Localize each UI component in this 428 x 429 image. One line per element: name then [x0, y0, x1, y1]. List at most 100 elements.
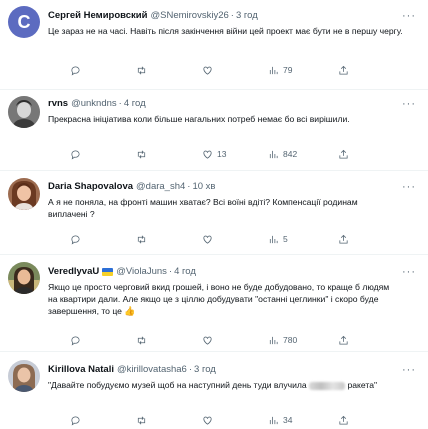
tweet-header: rvns @unkndns · 4 год [48, 98, 418, 110]
avatar[interactable] [8, 178, 40, 210]
tweet-actions: 13 842 [70, 147, 420, 161]
reply-button[interactable] [70, 333, 85, 347]
share-icon [339, 335, 348, 345]
tweet[interactable]: rvns @unkndns · 4 год Прекрасна ініціати… [0, 90, 428, 170]
views-button[interactable]: 34 [268, 413, 292, 427]
heart-icon [203, 336, 212, 345]
tweet-text: Це зараз не на часі. Навіть після закінч… [48, 26, 403, 36]
more-icon[interactable]: ··· [402, 267, 416, 278]
avatar-portrait-icon [8, 178, 40, 210]
avatar[interactable] [8, 96, 40, 128]
views-button[interactable]: 842 [268, 147, 297, 161]
retweet-button[interactable] [136, 232, 151, 246]
retweet-button[interactable] [136, 413, 151, 427]
tweet-time[interactable]: 10 хв [192, 181, 215, 193]
retweet-icon [137, 150, 146, 158]
avatar[interactable] [8, 360, 40, 392]
views-icon [269, 66, 278, 74]
thumbs-up-icon: 👍 [124, 306, 136, 316]
views-button[interactable]: 79 [268, 63, 292, 77]
tweet-feed: С Сергей Немировский @SNemirovskiy26 · 3… [0, 0, 428, 429]
separator-dot: · [187, 181, 191, 192]
redacted-text [309, 381, 346, 390]
tweet-header: VeredlyvaU @ViolaJuns · 4 год [48, 266, 418, 278]
tweet-time[interactable]: 4 год [124, 98, 146, 110]
heart-icon [203, 150, 212, 159]
share-button[interactable] [338, 63, 349, 77]
views-icon [269, 150, 278, 158]
author-handle[interactable]: @dara_sh4 [136, 181, 185, 193]
retweet-icon [137, 416, 146, 424]
views-icon [269, 336, 278, 344]
tweet-text: Прекрасна ініціатива коли більше нагальн… [48, 114, 350, 124]
retweet-icon [137, 66, 146, 74]
tweet-time[interactable]: 3 год [194, 364, 216, 376]
tweet-header: Сергей Немировский @SNemirovskiy26 · 3 г… [48, 10, 418, 22]
share-button[interactable] [338, 147, 349, 161]
tweet[interactable]: С Сергей Немировский @SNemirovskiy26 · 3… [0, 0, 428, 89]
tweet[interactable]: Kirillova Natali @kirillovatasha6 · 3 го… [0, 352, 428, 429]
reply-button[interactable] [70, 413, 85, 427]
more-icon[interactable]: ··· [402, 99, 416, 110]
reply-icon [71, 65, 80, 75]
tweet-actions: 79 [70, 63, 420, 77]
like-button[interactable]: 13 [202, 147, 226, 161]
tweet[interactable]: VeredlyvaU @ViolaJuns · 4 год Якщо це пр… [0, 255, 428, 351]
retweet-button[interactable] [136, 333, 151, 347]
tweet-header: Kirillova Natali @kirillovatasha6 · 3 го… [48, 364, 418, 376]
tweet-text: "Давайте побудуємо музей щоб на наступни… [48, 380, 378, 390]
reply-icon [71, 335, 80, 345]
share-icon [339, 234, 348, 244]
avatar-portrait-icon [8, 262, 40, 294]
tweet-actions: 5 [70, 232, 420, 246]
reply-icon [71, 234, 80, 244]
retweet-button[interactable] [136, 147, 151, 161]
tweet-header: Daria Shapovalova @dara_sh4 · 10 хв [48, 181, 418, 193]
separator-dot: · [188, 364, 193, 375]
views-icon [269, 416, 278, 424]
author-name[interactable]: Daria Shapovalova [48, 181, 133, 193]
views-icon [269, 235, 278, 243]
share-button[interactable] [338, 333, 349, 347]
views-button[interactable]: 780 [268, 333, 297, 347]
author-handle[interactable]: @kirillovatasha6 [117, 364, 187, 376]
avatar[interactable] [8, 262, 40, 294]
retweet-icon [137, 336, 146, 344]
reply-button[interactable] [70, 63, 85, 77]
heart-icon [203, 66, 212, 75]
avatar[interactable]: С [8, 6, 40, 38]
author-handle[interactable]: @SNemirovskiy26 [150, 10, 228, 22]
more-icon[interactable]: ··· [402, 365, 416, 376]
separator-dot: · [118, 98, 122, 109]
more-icon[interactable]: ··· [402, 11, 416, 22]
tweet-text: Якщо це просто черговий вкид грошей, і в… [48, 282, 390, 316]
author-name[interactable]: Kirillova Natali [48, 364, 114, 376]
avatar-portrait-icon [8, 360, 40, 392]
more-icon[interactable]: ··· [402, 182, 416, 193]
heart-icon [203, 235, 212, 244]
author-handle[interactable]: @unkndns [71, 98, 117, 110]
reply-button[interactable] [70, 232, 85, 246]
tweet-time[interactable]: 4 год [174, 266, 196, 278]
like-button[interactable] [202, 232, 217, 246]
like-button[interactable] [202, 63, 217, 77]
like-button[interactable] [202, 333, 217, 347]
like-button[interactable] [202, 413, 217, 427]
tweet-time[interactable]: 3 год [236, 10, 258, 22]
author-name[interactable]: rvns [48, 98, 68, 110]
tweet[interactable]: Daria Shapovalova @dara_sh4 · 10 хв А я … [0, 171, 428, 254]
reply-icon [71, 415, 80, 425]
heart-icon [203, 416, 212, 425]
views-button[interactable]: 5 [268, 232, 288, 246]
author-handle[interactable]: @ViolaJuns [116, 266, 167, 278]
share-icon [339, 415, 348, 425]
ukraine-flag-icon [102, 268, 114, 276]
tweet-actions: 34 [70, 413, 420, 427]
share-button[interactable] [338, 413, 349, 427]
reply-button[interactable] [70, 147, 85, 161]
tweet-actions: 780 [70, 333, 420, 347]
author-name[interactable]: Сергей Немировский [48, 10, 147, 22]
retweet-button[interactable] [136, 63, 151, 77]
share-button[interactable] [338, 232, 349, 246]
author-name[interactable]: VeredlyvaU [48, 266, 99, 278]
